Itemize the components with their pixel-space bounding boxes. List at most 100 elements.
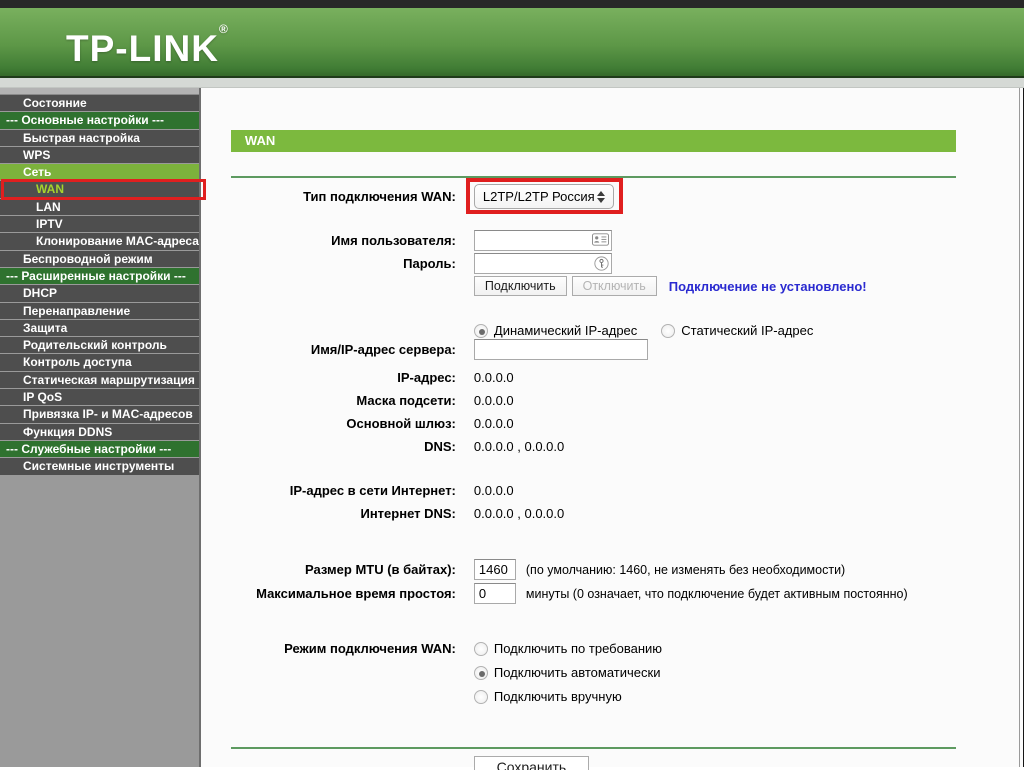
sidebar-item-label: --- Служебные настройки --- (6, 441, 172, 456)
sidebar-item-8[interactable]: Клонирование MAC-адреса (0, 233, 199, 251)
static-ip-radio[interactable] (661, 323, 676, 338)
sidebar-menu: Состояние --- Основные настройки --- Быстр… (0, 95, 206, 476)
sidebar-item-label: Беспроводной режим (23, 251, 153, 266)
sidebar-item-label: Контроль доступа (23, 355, 132, 370)
sidebar-item-label: Привязка IP- и MAC-адресов (23, 407, 193, 422)
connection-status-text: Подключение не установлено! (668, 278, 867, 294)
tplink-logo: TP-LINK® (66, 22, 229, 70)
sidebar-item-7[interactable]: IPTV (0, 216, 199, 234)
mtu-label: Размер MTU (в байтах): (305, 562, 456, 577)
sidebar-item-label: LAN (36, 199, 61, 214)
disconnect-button[interactable]: Отключить (571, 276, 657, 296)
wan-type-label: Тип подключения WAN: (303, 189, 456, 204)
wan-mode-option-on-demand[interactable]: Подключить по требованию (473, 641, 662, 656)
page-title: WAN (230, 130, 956, 152)
sidebar-item-16[interactable]: Статическая маршрутизация (0, 371, 199, 390)
annotation-box-wan (1, 179, 206, 200)
sidebar-item-label: WPS (23, 147, 51, 162)
manual-radio[interactable] (473, 689, 488, 704)
inet-dns-value: 0.0.0.0 , 0.0.0.0 (473, 505, 565, 521)
connect-button[interactable]: Подключить (473, 276, 567, 296)
inet-ip-value: 0.0.0.0 (473, 482, 514, 498)
wan-mode-option-manual[interactable]: Подключить вручную (473, 689, 662, 704)
server-input[interactable] (473, 339, 648, 360)
auto-radio[interactable] (473, 665, 488, 680)
contact-autofill-icon[interactable] (591, 233, 609, 251)
sidebar-item-4[interactable]: Сеть (0, 164, 199, 182)
ip-address-value: 0.0.0.0 (473, 369, 514, 385)
sidebar-item-label: Сеть (23, 165, 52, 180)
registered-trademark: ® (218, 22, 229, 36)
manual-label[interactable]: Подключить вручную (494, 689, 622, 704)
sidebar-item-20[interactable]: --- Служебные настройки --- (0, 440, 199, 459)
window-top-strip (0, 0, 1024, 8)
dynamic-ip-option[interactable]: Динамический IP-адрес (473, 323, 637, 338)
wan-type-select[interactable]: L2TP/L2TP Россия (473, 184, 614, 209)
sidebar-item-14[interactable]: Родительский контроль (0, 337, 199, 355)
form-top-divider (230, 176, 956, 178)
sidebar-item-label: Системные инструменты (23, 459, 175, 474)
mtu-hint: (по умолчанию: 1460, не изменять без нео… (525, 562, 846, 577)
sidebar-item-label: Клонирование MAC-адреса (36, 234, 199, 249)
sidebar-item-label: IP QoS (23, 390, 63, 405)
sidebar-item-label: IPTV (36, 217, 63, 232)
sidebar-top-strip (0, 88, 199, 95)
gateway-value: 0.0.0.0 (473, 415, 514, 431)
dynamic-ip-radio[interactable] (473, 323, 488, 338)
idle-label: Максимальное время простоя: (256, 586, 456, 601)
mtu-input[interactable] (473, 559, 516, 580)
wan-mode-option-auto[interactable]: Подключить автоматически (473, 665, 662, 680)
static-ip-option[interactable]: Статический IP-адрес (661, 323, 813, 338)
sidebar-item-5[interactable]: WAN (0, 179, 206, 200)
sidebar-item-label: Состояние (23, 96, 87, 110)
static-ip-label[interactable]: Статический IP-адрес (681, 323, 813, 338)
main-frame: WAN Тип подключения WAN: L2TP/L2TP Росси… (200, 88, 1019, 770)
dns-value: 0.0.0.0 , 0.0.0.0 (473, 438, 565, 454)
save-button[interactable]: Сохранить (473, 756, 589, 770)
right-frame-strip (1018, 88, 1024, 767)
subnet-mask-value: 0.0.0.0 (473, 392, 514, 408)
password-label: Пароль: (403, 256, 456, 271)
sidebar-item-12[interactable]: Перенаправление (0, 302, 199, 320)
sidebar-item-6[interactable]: LAN (0, 198, 199, 217)
select-arrows-icon (596, 190, 605, 203)
brand-header: TP-LINK® (0, 8, 1024, 78)
auto-label[interactable]: Подключить автоматически (494, 665, 661, 680)
sidebar-item-label: Перенаправление (23, 303, 131, 318)
content-area: Состояние --- Основные настройки --- Быстр… (0, 88, 1024, 770)
sidebar-item-label: WAN (36, 182, 64, 197)
inet-dns-label: Интернет DNS: (360, 505, 456, 521)
password-input[interactable] (473, 253, 612, 274)
idle-input[interactable] (473, 583, 516, 604)
sidebar-item-2[interactable]: Быстрая настройка (0, 129, 199, 147)
sidebar-item-label: --- Расширенные настройки --- (6, 268, 186, 283)
sidebar-item-label: Родительский контроль (23, 338, 167, 353)
sidebar-item-10[interactable]: --- Расширенные настройки --- (0, 267, 199, 286)
sidebar-item-21[interactable]: Системные инструменты (0, 458, 199, 476)
server-label: Имя/IP-адрес сервера: (310, 342, 456, 357)
ip-address-label: IP-адрес: (397, 369, 456, 385)
sidebar-item-11[interactable]: DHCP (0, 285, 199, 303)
sidebar-item-label: Быстрая настройка (23, 130, 140, 145)
sidebar-item-9[interactable]: Беспроводной режим (0, 250, 199, 268)
sidebar-item-17[interactable]: IP QoS (0, 389, 199, 407)
sidebar-item-15[interactable]: Контроль доступа (0, 354, 199, 372)
sidebar-item-label: Статическая маршрутизация (23, 372, 195, 387)
sidebar-item-19[interactable]: Функция DDNS (0, 423, 199, 441)
sidebar-item-label: DHCP (23, 286, 58, 301)
password-key-icon[interactable] (594, 256, 609, 276)
tplink-logo-text: TP-LINK (66, 28, 219, 69)
sidebar-item-3[interactable]: WPS (0, 146, 199, 165)
wan-type-selected-value: L2TP/L2TP Россия (482, 189, 595, 204)
sidebar-item-label: Защита (23, 320, 68, 335)
sidebar-item-13[interactable]: Защита (0, 319, 199, 338)
sidebar-item-0[interactable]: Состояние (0, 95, 199, 113)
on-demand-radio[interactable] (473, 641, 488, 656)
subnet-mask-label: Маска подсети: (356, 392, 456, 408)
sidebar-item-1[interactable]: --- Основные настройки --- (0, 112, 199, 130)
sidebar-item-18[interactable]: Привязка IP- и MAC-адресов (0, 406, 199, 424)
on-demand-label[interactable]: Подключить по требованию (494, 641, 662, 656)
form-bottom-divider (230, 747, 956, 749)
wan-mode-label: Режим подключения WAN: (284, 641, 456, 656)
dynamic-ip-label[interactable]: Динамический IP-адрес (494, 323, 637, 338)
